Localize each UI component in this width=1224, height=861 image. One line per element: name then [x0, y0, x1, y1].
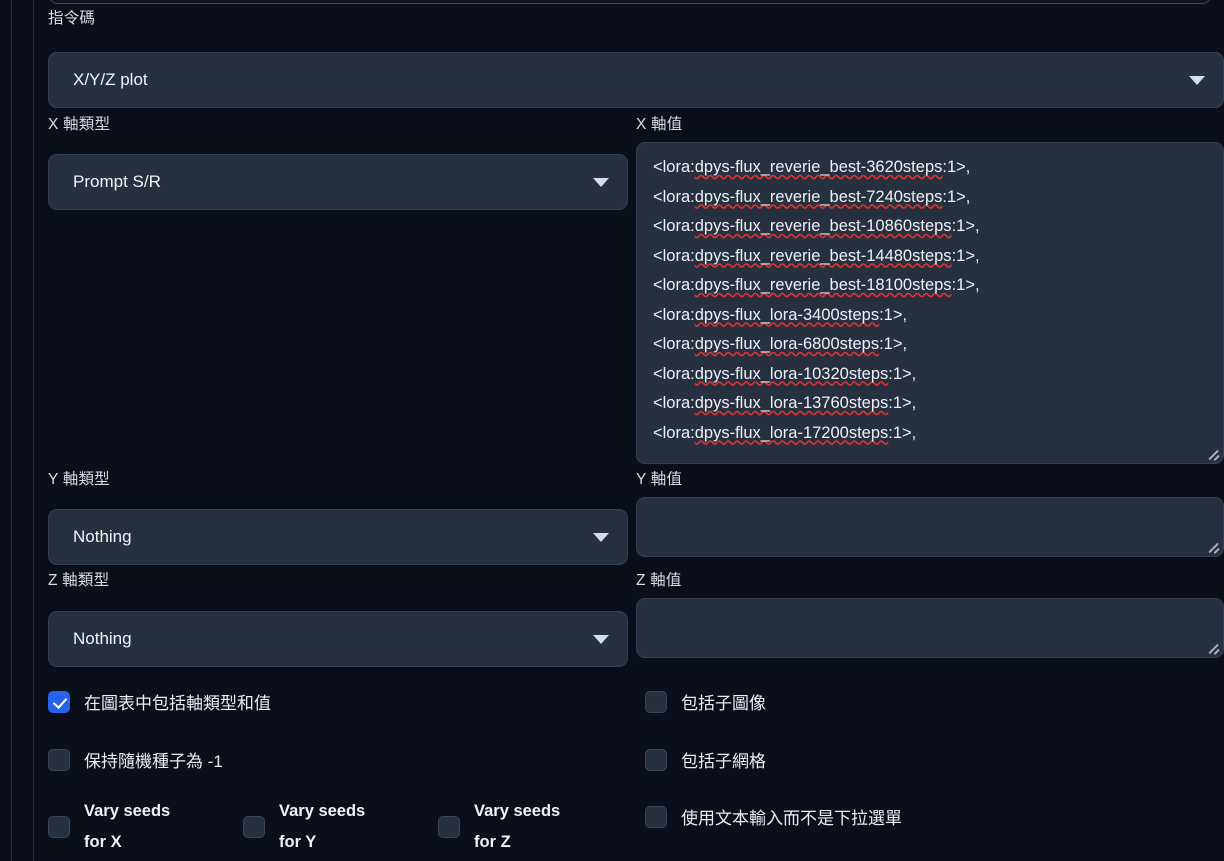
z-axis-type-value: Nothing [73, 629, 132, 648]
z-axis-type-dropdown[interactable]: Nothing [48, 611, 628, 667]
checkbox-vary-seeds-y[interactable] [243, 816, 265, 838]
option-include-axis-types-and-values-label: 在圖表中包括軸類型和值 [84, 694, 271, 713]
z-axis-type-label-wrap: Z 軸類型 [48, 572, 109, 591]
script-dropdown-value: X/Y/Z plot [73, 70, 148, 89]
chevron-down-icon [593, 177, 609, 187]
option-keep-seed-minus-one-label: 保持隨機種子為 -1 [84, 752, 223, 771]
x-axis-type-label-wrap: X 軸類型 [48, 116, 110, 135]
x-axis-values-label: X 軸值 [636, 116, 683, 133]
chevron-down-icon [593, 634, 609, 644]
option-include-sub-images[interactable]: 包括子圖像 [645, 689, 766, 714]
x-axis-values-line: <lora:dpys-flux_lora-3400steps:1>, [653, 305, 908, 324]
x-axis-values-line: <lora:dpys-flux_reverie_best-10860steps:… [653, 217, 980, 235]
y-axis-type-dropdown[interactable]: Nothing [48, 509, 628, 565]
x-axis-type-dropdown[interactable]: Prompt S/R [48, 154, 628, 210]
option-vary-seeds-z[interactable]: Vary seeds for Z [438, 796, 560, 858]
chevron-down-icon [593, 532, 609, 542]
y-axis-type-label-wrap: Y 軸類型 [48, 471, 110, 490]
resize-handle-icon[interactable] [1206, 446, 1220, 460]
x-axis-values-line: <lora:dpys-flux_lora-6800steps:1>, [653, 335, 908, 353]
x-axis-values-label-wrap: X 軸值 [636, 116, 682, 135]
option-include-sub-grids[interactable]: 包括子網格 [645, 747, 766, 772]
panel-content: 指令碼 X/Y/Z plot X 軸類型 Prompt S/R X 軸值 <lo… [34, 0, 1224, 861]
z-axis-values-label-wrap: Z 軸值 [636, 572, 682, 591]
script-label-wrap: 指令碼 [48, 10, 95, 29]
x-axis-values-line: <lora:dpys-flux_reverie_best-14480steps:… [653, 246, 980, 265]
x-axis-type-value: Prompt S/R [73, 172, 161, 191]
option-include-sub-grids-label: 包括子網格 [681, 752, 766, 771]
xyz-plot-panel: 指令碼 X/Y/Z plot X 軸類型 Prompt S/R X 軸值 <lo… [0, 0, 1224, 861]
x-axis-values-textarea[interactable]: <lora:dpys-flux_reverie_best-3620steps:1… [636, 142, 1224, 464]
y-axis-values-label: Y 軸值 [636, 471, 683, 488]
x-axis-values-line: <lora:dpys-flux_reverie_best-3620steps:1… [653, 158, 971, 176]
y-axis-values-label-wrap: Y 軸值 [636, 471, 682, 490]
y-axis-type-value: Nothing [73, 527, 132, 546]
option-vary-seeds-x-label: Vary seeds for X [84, 802, 171, 851]
x-axis-values-line: <lora:dpys-flux_reverie_best-18100steps:… [653, 276, 980, 294]
checkbox-include-sub-images[interactable] [645, 690, 667, 713]
y-axis-type-label: Y 軸類型 [48, 471, 110, 488]
z-axis-values-label: Z 軸值 [636, 572, 682, 589]
y-axis-values-textarea[interactable] [636, 497, 1224, 557]
option-vary-seeds-x[interactable]: Vary seeds for X [48, 796, 170, 858]
x-axis-values-line: <lora:dpys-flux_reverie_best-7240steps:1… [653, 187, 971, 206]
option-keep-seed-minus-one[interactable]: 保持隨機種子為 -1 [48, 747, 223, 772]
option-vary-seeds-y[interactable]: Vary seeds for Y [243, 796, 365, 858]
checkbox-include-sub-grids[interactable] [645, 748, 667, 771]
option-vary-seeds-z-label: Vary seeds for Z [474, 802, 561, 851]
x-axis-values-line: <lora:dpys-flux_lora-10320steps:1>, [653, 364, 917, 383]
checkbox-vary-seeds-x[interactable] [48, 816, 70, 838]
checkbox-use-text-inputs[interactable] [645, 805, 667, 828]
z-axis-values-textarea[interactable] [636, 598, 1224, 658]
x-axis-values-line: <lora:dpys-flux_lora-13760steps:1>, [653, 394, 917, 412]
script-label: 指令碼 [48, 10, 96, 27]
option-include-axis-types-and-values[interactable]: 在圖表中包括軸類型和值 [48, 689, 271, 714]
checkbox-include-axis-types-and-values[interactable] [48, 690, 70, 713]
checkbox-vary-seeds-z[interactable] [438, 816, 460, 838]
option-vary-seeds-y-label: Vary seeds for Y [279, 802, 366, 851]
resize-handle-icon[interactable] [1206, 539, 1220, 553]
option-use-text-inputs-label: 使用文本輸入而不是下拉選單 [681, 809, 902, 828]
script-dropdown[interactable]: X/Y/Z plot [48, 52, 1224, 108]
checkbox-keep-seed-minus-one[interactable] [48, 748, 70, 771]
chevron-down-icon [1189, 75, 1205, 85]
x-axis-type-label: X 軸類型 [48, 116, 111, 133]
option-include-sub-images-label: 包括子圖像 [681, 694, 766, 713]
panel-edge-rule-outer [11, 0, 12, 861]
x-axis-values-content: <lora:dpys-flux_reverie_best-3620steps:1… [653, 153, 1207, 448]
x-axis-values-line: <lora:dpys-flux_lora-17200steps:1>, [653, 423, 917, 442]
z-axis-type-label: Z 軸類型 [48, 572, 110, 589]
option-use-text-inputs[interactable]: 使用文本輸入而不是下拉選單 [645, 804, 902, 829]
resize-handle-icon[interactable] [1206, 640, 1220, 654]
